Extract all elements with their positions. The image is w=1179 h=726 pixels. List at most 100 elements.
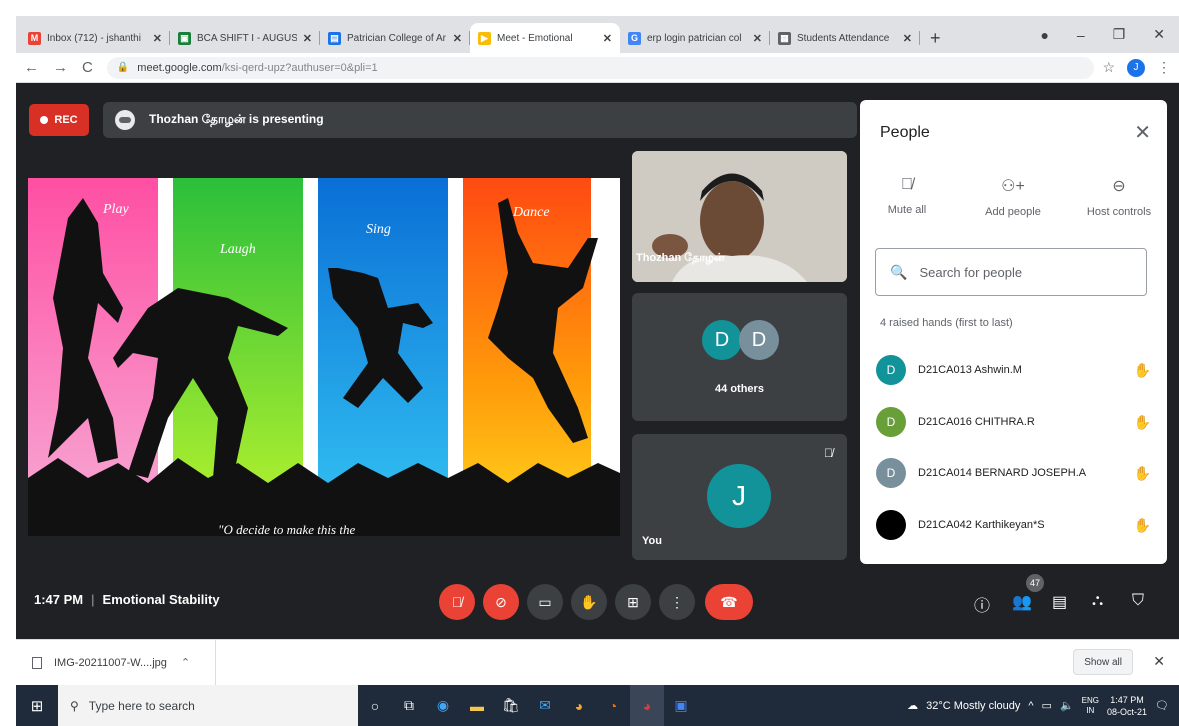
self-tile[interactable]: 🎙̸ J You [632, 434, 847, 560]
meeting-details-icon[interactable]: ⓘ [974, 592, 990, 616]
file-explorer-icon[interactable]: ▬ [460, 685, 494, 726]
new-tab-button[interactable]: + [920, 23, 951, 53]
restore-button[interactable]: ❐ [1113, 26, 1126, 43]
system-tray: ☁ 32°C Mostly cloudy ^ ▭ 🔈 ENG IN 1:47 PM… [907, 685, 1179, 726]
taskbar-clock[interactable]: 1:47 PM 08-Oct-21 [1107, 694, 1147, 718]
other-avatar-1: D [702, 320, 742, 360]
raised-hand-icon[interactable]: ✋ [1134, 465, 1151, 482]
chrome-icon[interactable]: ◕ [562, 685, 596, 726]
close-window-button[interactable]: ✕ [1153, 26, 1165, 43]
raised-hand-icon[interactable]: ✋ [1134, 414, 1151, 431]
browser-tab[interactable]: ▣ BCA SHIFT I - AUGUST ✕ [170, 23, 320, 53]
back-button[interactable]: ← [24, 59, 39, 76]
browser-tab[interactable]: ▦ Students Attendance ✕ [770, 23, 920, 53]
close-tab-icon[interactable]: ✕ [753, 32, 762, 45]
cortana-icon[interactable]: ○ [358, 685, 392, 726]
reload-button[interactable]: C [82, 59, 93, 76]
raise-hand-button[interactable]: ✋ [571, 584, 607, 620]
close-tab-icon[interactable]: ✕ [453, 32, 462, 45]
volume-icon[interactable]: 🔈 [1060, 699, 1074, 712]
tab-title: Inbox (712) - jshanthi [47, 32, 141, 44]
mail-icon[interactable]: ✉ [528, 685, 562, 726]
mic-toggle-button[interactable]: 🎙̸ [439, 584, 475, 620]
leave-call-button[interactable]: ☎ [705, 584, 753, 620]
chat-icon[interactable]: ▤ [1052, 592, 1067, 612]
bookmark-star-icon[interactable]: ☆ [1102, 59, 1115, 76]
browser-tab[interactable]: Gerp login patrician col ✕ [620, 23, 770, 53]
profile-dot-icon[interactable]: ● [1040, 27, 1048, 43]
show-all-button[interactable]: Show all [1073, 649, 1133, 675]
browser-tab[interactable]: ▶ Meet - Emotional ✕ [470, 23, 620, 53]
notification-icon[interactable]: 🗨 [1155, 699, 1169, 712]
host-controls-button[interactable]: ⊖ Host controls [1074, 176, 1164, 218]
tab-title: Meet - Emotional [497, 32, 573, 44]
download-item[interactable]: IMG-20211007-W....jpg ⌃ [16, 639, 216, 686]
windows-start-icon[interactable]: ⊞ [16, 697, 58, 715]
search-icon: ⚲ [70, 698, 79, 713]
participant-name: D21CA016 CHITHRA.R [918, 416, 1035, 428]
activities-icon[interactable]: ⛬ [1092, 592, 1103, 610]
captions-button[interactable]: ▭ [527, 584, 563, 620]
raised-hand-icon[interactable]: ✋ [1134, 362, 1151, 379]
weather-text[interactable]: 32°C Mostly cloudy [926, 700, 1020, 712]
participant-row[interactable]: D D21CA016 CHITHRA.R ✋ [876, 405, 1151, 439]
close-tab-icon[interactable]: ✕ [303, 32, 312, 45]
add-people-button[interactable]: ⚇+ Add people [968, 176, 1058, 218]
download-filename: IMG-20211007-W....jpg [54, 656, 167, 669]
cloud-icon: ☁ [907, 700, 919, 712]
sheet-icon: ▦ [778, 31, 791, 45]
download-bar: IMG-20211007-W....jpg ⌃ [16, 639, 1179, 686]
host-controls-shield-icon[interactable]: ⛉ [1132, 592, 1144, 610]
browser-tab[interactable]: ▤ Patrician College of Ar ✕ [320, 23, 470, 53]
close-download-bar-icon[interactable]: ✕ [1153, 653, 1165, 670]
meeting-info: 1:47 PM | Emotional Stability [34, 592, 220, 607]
network-icon[interactable]: ▭ [1042, 699, 1052, 712]
mute-all-button[interactable]: 🎙̸ Mute all [862, 176, 952, 216]
participant-row[interactable]: D D21CA014 BERNARD JOSEPH.A ✋ [876, 456, 1151, 490]
others-count: 44 others [715, 383, 764, 395]
task-view-icon[interactable]: ⧉ [392, 685, 426, 726]
store-icon[interactable]: 🛍 [494, 685, 528, 726]
close-tab-icon[interactable]: ✕ [903, 32, 912, 45]
file-icon [32, 656, 42, 669]
edge-icon[interactable]: ◉ [426, 685, 460, 726]
tab-title: Patrician College of Ar [347, 32, 446, 44]
raised-hand-icon[interactable]: ✋ [1134, 517, 1151, 534]
lang-top: ENG [1081, 695, 1099, 705]
chevron-up-icon[interactable]: ⌃ [181, 656, 190, 669]
language-indicator[interactable]: ENG IN [1082, 696, 1099, 716]
more-options-button[interactable]: ⋮ [659, 584, 695, 620]
doc-icon: ▤ [328, 31, 341, 45]
close-tab-icon[interactable]: ✕ [153, 32, 162, 45]
url-bar[interactable]: 🔒 meet.google.com/ksi-qerd-upz?authuser=… [106, 56, 1095, 79]
word-icon[interactable]: ▣ [664, 685, 698, 726]
profile-avatar[interactable]: J [1127, 58, 1145, 77]
url-path: /ksi-qerd-upz?authuser=0&pli=1 [221, 61, 378, 74]
tray-chevron-icon[interactable]: ^ [1028, 700, 1033, 712]
rec-label: REC [54, 114, 78, 126]
presenter-video-tile[interactable]: Thozhan தோழன் [632, 151, 847, 282]
taskbar-search-input[interactable]: ⚲ Type here to search [58, 685, 358, 726]
other-avatar-2: D [739, 320, 779, 360]
presenting-banner: Thozhan தோழன் is presenting [103, 102, 857, 138]
participant-row[interactable]: D D21CA013 Ashwin.M ✋ [876, 353, 1151, 387]
forward-button[interactable]: → [53, 59, 68, 76]
chrome-active-icon[interactable]: ◕ [630, 685, 664, 726]
browser-tab[interactable]: M Inbox (712) - jshanthi ✕ [20, 23, 170, 53]
people-icon[interactable]: 👥 [1012, 592, 1032, 612]
taskbar-date: 08-Oct-21 [1107, 706, 1148, 717]
present-button[interactable]: ⊞ [615, 584, 651, 620]
minimize-button[interactable]: – [1077, 27, 1085, 43]
close-tab-icon[interactable]: ✕ [603, 32, 612, 45]
search-icon: 🔍 [890, 263, 908, 280]
camera-toggle-button[interactable]: ⊘ [483, 584, 519, 620]
window-controls: ● – ❐ ✕ [1040, 16, 1179, 53]
people-search-input[interactable]: 🔍 Search for people [875, 248, 1147, 296]
firefox-icon[interactable]: ◔ [596, 685, 630, 726]
others-tile[interactable]: D D 44 others [632, 293, 847, 421]
browser-menu-icon[interactable]: ⋮ [1157, 59, 1171, 76]
participant-row[interactable]: D21CA042 Karthikeyan*S ✋ [876, 508, 1151, 542]
close-panel-icon[interactable]: ✕ [1134, 120, 1151, 145]
slide-caption: "O decide to make this the [218, 522, 355, 536]
muted-mic-icon: 🎙̸ [824, 446, 833, 460]
